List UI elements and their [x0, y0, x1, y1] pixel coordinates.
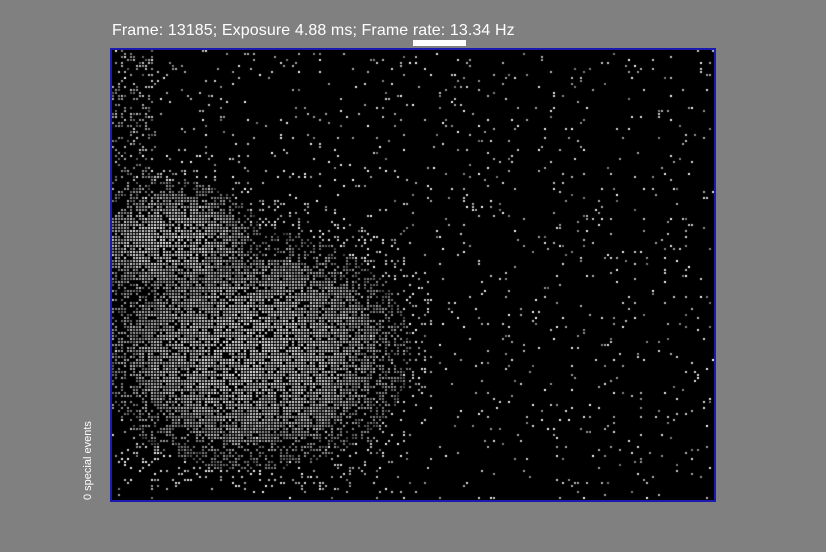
status-highlight-bar [413, 40, 466, 46]
event-frame-canvas [112, 50, 714, 500]
viewer-window: Frame: 13185; Exposure 4.88 ms; Frame ra… [0, 0, 826, 552]
special-events-label: 0 special events [82, 421, 94, 500]
event-frame-display[interactable] [110, 48, 716, 502]
frame-status-text: Frame: 13185; Exposure 4.88 ms; Frame ra… [112, 22, 515, 39]
